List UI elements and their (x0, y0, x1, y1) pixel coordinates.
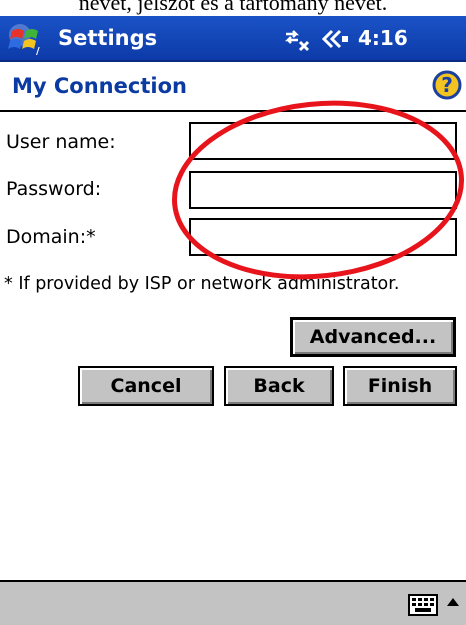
cancel-button[interactable]: Cancel (78, 366, 214, 406)
domain-label: Domain:* (6, 226, 96, 248)
user-name-label: User name: (6, 131, 116, 153)
page-header: My Connection ? (0, 62, 466, 112)
finish-button[interactable]: Finish (343, 366, 457, 406)
windows-flag-icon[interactable]: / (6, 21, 50, 57)
svg-text:/: / (36, 46, 40, 57)
domain-input[interactable] (189, 218, 457, 256)
svg-text:?: ? (441, 73, 453, 97)
help-icon[interactable]: ? (432, 70, 462, 100)
keyboard-icon[interactable] (408, 592, 438, 618)
up-arrow-icon[interactable] (446, 596, 460, 608)
password-input[interactable] (189, 171, 457, 209)
back-button[interactable]: Back (224, 366, 334, 406)
clock[interactable]: 4:16 (358, 26, 408, 50)
password-label: Password: (6, 178, 102, 200)
app-title: Settings (58, 26, 158, 50)
title-bar: / Settings 4:16 (0, 16, 466, 62)
user-name-input[interactable] (189, 122, 457, 160)
connectivity-icon[interactable] (282, 26, 312, 54)
speaker-icon[interactable] (322, 27, 350, 51)
menu-bar (0, 580, 466, 625)
document-caption-strip: nevet, jelszót és a tartomány nevet. (0, 0, 466, 16)
caption-text: nevet, jelszót és a tartomány nevet. (78, 0, 388, 15)
advanced-button[interactable]: Advanced... (290, 317, 456, 357)
page-title: My Connection (12, 74, 187, 98)
domain-footnote: * If provided by ISP or network administ… (4, 274, 400, 294)
